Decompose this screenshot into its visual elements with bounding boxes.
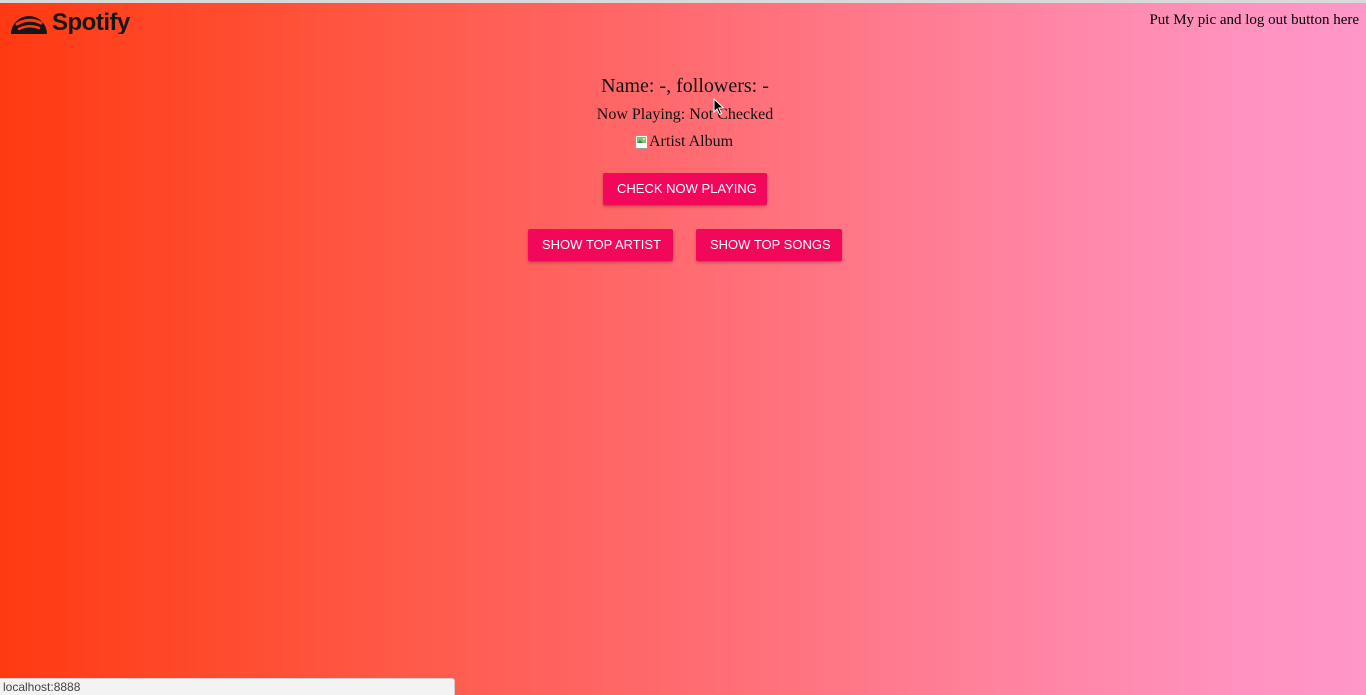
logo-text: Spotify [52,12,130,34]
broken-image-icon [635,134,649,150]
artist-album-image: Artist Album [635,133,733,151]
show-top-artist-button[interactable]: Show Top Artist [528,229,673,261]
browser-top-edge [0,0,1366,3]
spotify-logo: Spotify [10,12,130,34]
check-now-playing-button[interactable]: Check Now Playing [603,173,767,205]
header-placeholder-note: Put My pic and log out button here [1149,12,1359,28]
profile-summary: Name: -, followers: - [601,75,769,97]
mouse-cursor-icon [713,97,725,121]
now-playing-status: Now Playing: Not Checked [596,106,774,123]
album-alt-text: Artist Album [649,133,734,150]
spotify-logo-icon [10,12,48,34]
browser-status-bar: localhost:8888 [0,678,455,695]
show-top-songs-button[interactable]: Show Top Songs [696,229,842,261]
